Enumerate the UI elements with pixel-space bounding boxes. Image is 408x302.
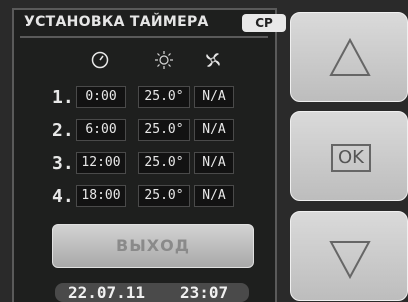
row-number: 3.	[52, 153, 74, 174]
temperature-cell[interactable]: 25.0°	[138, 185, 190, 207]
time-cell[interactable]: 6:00	[76, 119, 126, 141]
time-cell[interactable]: 18:00	[76, 185, 126, 207]
time-cell[interactable]: 12:00	[76, 152, 126, 174]
row-number: 2.	[52, 120, 74, 141]
fan-cell[interactable]: N/A	[194, 86, 234, 108]
fan-icon	[206, 53, 220, 67]
ok-button[interactable]: OK	[290, 111, 408, 201]
row-number: 1.	[52, 87, 74, 108]
triangle-down-icon	[329, 241, 371, 280]
temperature-cell[interactable]: 25.0°	[138, 152, 190, 174]
time-cell[interactable]: 0:00	[76, 86, 126, 108]
status-date: 22.07.11	[68, 283, 146, 302]
clock-icon	[91, 51, 109, 69]
fan-cell[interactable]: N/A	[194, 152, 234, 174]
triangle-up-icon	[329, 37, 371, 76]
exit-button[interactable]: ВЫХОД	[52, 224, 254, 268]
temperature-cell[interactable]: 25.0°	[138, 86, 190, 108]
screen-header: УСТАНОВКА ТАЙМЕРА CP	[20, 13, 286, 35]
page-title: УСТАНОВКА ТАЙМЕРА	[24, 14, 209, 30]
up-button[interactable]	[290, 12, 408, 102]
header-divider	[20, 36, 268, 38]
mode-badge: CP	[242, 14, 286, 32]
temperature-cell[interactable]: 25.0°	[138, 119, 190, 141]
ok-icon: OK	[331, 144, 371, 172]
status-time: 23:07	[180, 283, 229, 302]
sun-icon	[155, 51, 173, 69]
row-number: 4.	[52, 186, 74, 207]
fan-cell[interactable]: N/A	[194, 185, 234, 207]
down-button[interactable]	[290, 211, 408, 301]
fan-cell[interactable]: N/A	[194, 119, 234, 141]
